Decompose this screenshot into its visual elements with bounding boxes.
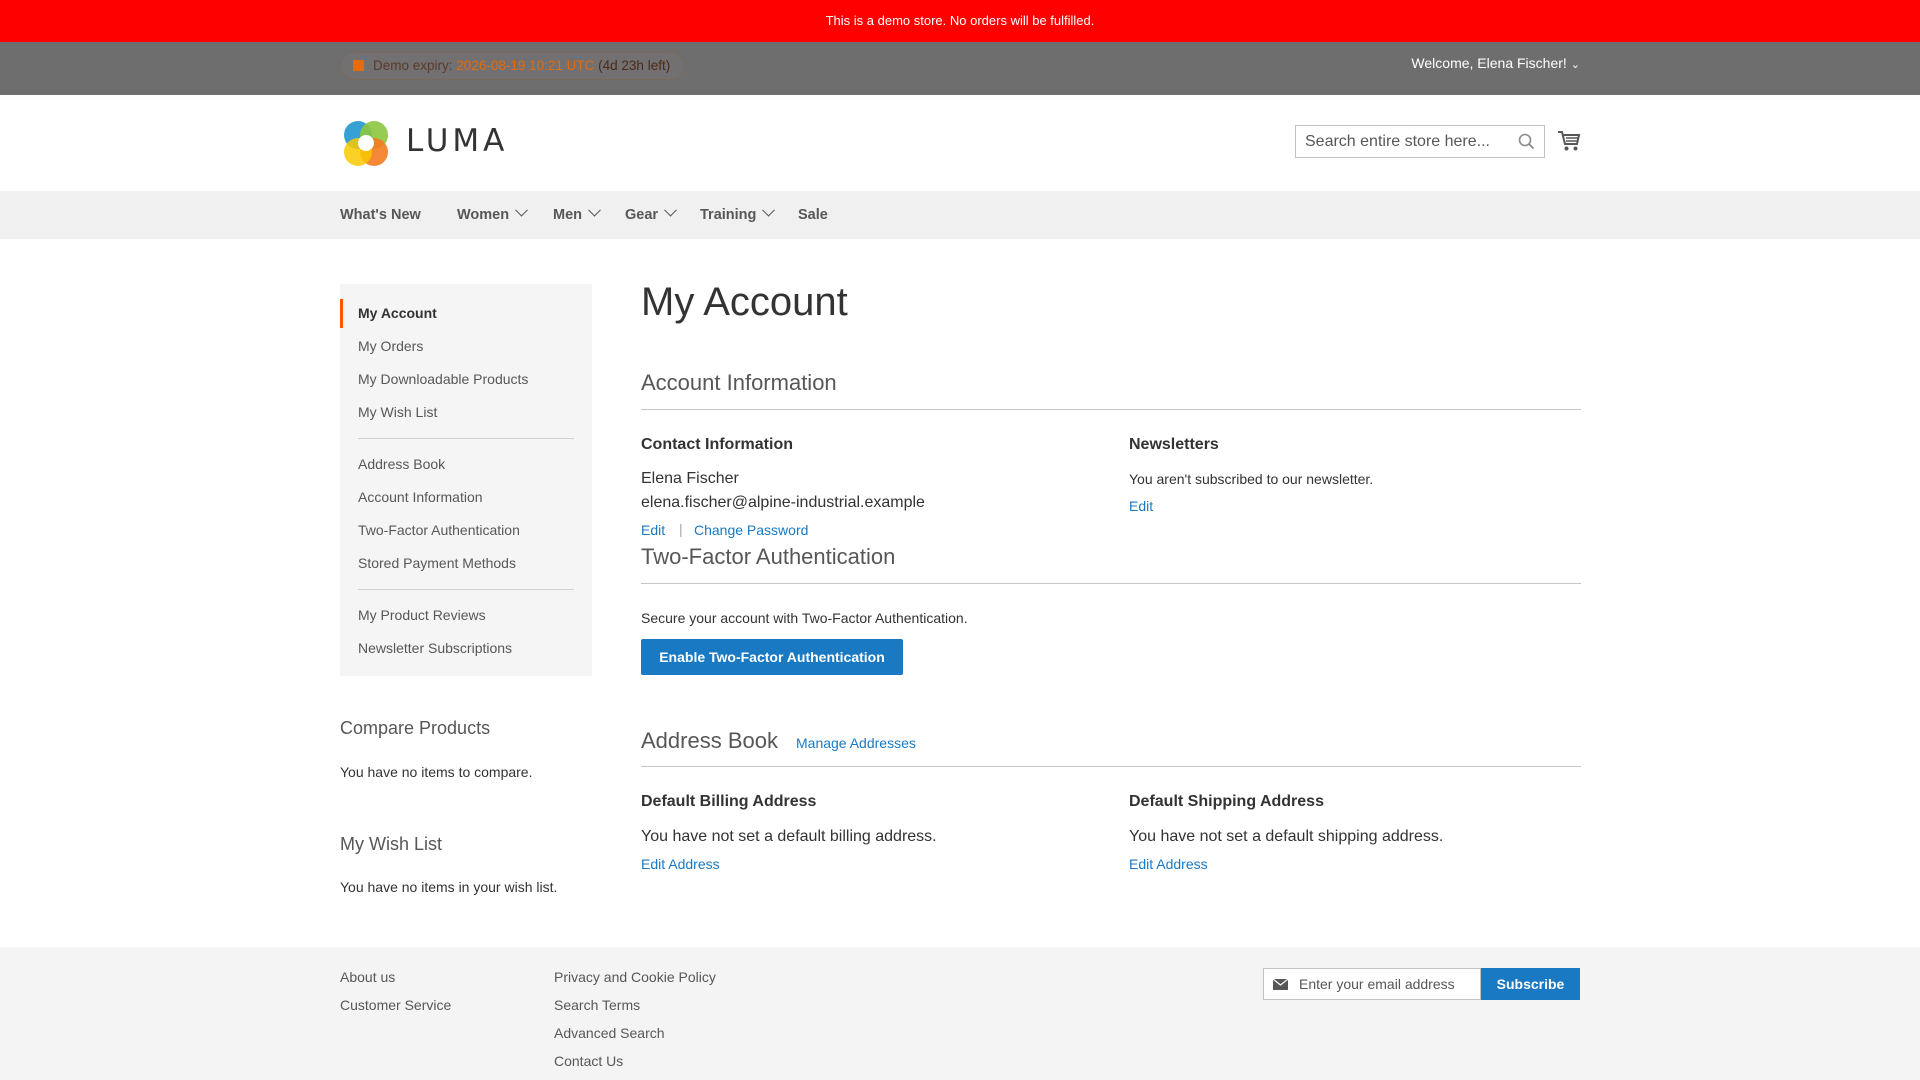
site-footer bbox=[0, 947, 1920, 1080]
footer-link-advanced-search[interactable]: Advanced Search bbox=[554, 1025, 665, 1041]
chevron-down-icon bbox=[664, 203, 677, 217]
nav-item-label: Women bbox=[457, 207, 510, 223]
subscribe-button[interactable]: Subscribe bbox=[1481, 968, 1580, 1000]
expiry-square-icon bbox=[353, 60, 364, 71]
main-navigation: What's New Women Men Gear Training Sale bbox=[0, 191, 1920, 239]
footer-link-privacy-policy[interactable]: Privacy and Cookie Policy bbox=[554, 969, 716, 985]
newsletter-email-input[interactable] bbox=[1299, 969, 1477, 999]
nav-item-whats-new[interactable]: What's New bbox=[340, 191, 421, 239]
two-factor-description: Secure your account with Two-Factor Auth… bbox=[641, 610, 968, 626]
sidebar-item-my-account[interactable]: My Account bbox=[340, 297, 592, 330]
luma-logo-icon bbox=[344, 121, 388, 166]
demo-expiry-badge: Demo expiry: 2026-08-19 10:21 UTC (4d 23… bbox=[340, 52, 686, 80]
edit-contact-link[interactable]: Edit bbox=[641, 522, 665, 538]
expiry-remaining: (4d 23h left) bbox=[598, 58, 671, 73]
account-information-title: Account Information bbox=[641, 370, 837, 395]
section-divider bbox=[641, 583, 1581, 584]
customer-email: elena.fischer@alpine-industrial.example bbox=[641, 494, 925, 511]
sidebar-item-product-reviews[interactable]: My Product Reviews bbox=[340, 599, 592, 632]
edit-shipping-address-link[interactable]: Edit Address bbox=[1129, 856, 1208, 872]
edit-billing-address-link[interactable]: Edit Address bbox=[641, 856, 720, 872]
sidebar-item-newsletter-subscriptions[interactable]: Newsletter Subscriptions bbox=[340, 632, 592, 665]
search-box bbox=[1295, 125, 1545, 158]
chevron-down-icon bbox=[515, 203, 528, 217]
wishlist-empty: You have no items in your wish list. bbox=[340, 879, 558, 895]
sidebar-item-stored-payment[interactable]: Stored Payment Methods bbox=[340, 547, 592, 580]
expiry-label: Demo expiry: bbox=[373, 58, 453, 73]
footer-link-contact-us[interactable]: Contact Us bbox=[554, 1053, 623, 1069]
customer-welcome-menu[interactable]: Welcome, Elena Fischer! ⌄ bbox=[1411, 55, 1580, 71]
envelope-icon bbox=[1273, 979, 1288, 990]
section-divider bbox=[641, 409, 1581, 410]
contact-information-title: Contact Information bbox=[641, 436, 793, 453]
chevron-down-icon bbox=[588, 203, 601, 217]
chevron-down-icon bbox=[762, 203, 776, 217]
nav-item-women[interactable]: Women bbox=[457, 191, 528, 239]
footer-link-about-us[interactable]: About us bbox=[340, 969, 395, 985]
change-password-link[interactable]: Change Password bbox=[694, 522, 808, 538]
compare-products-title: Compare Products bbox=[340, 718, 491, 738]
footer-link-search-terms[interactable]: Search Terms bbox=[554, 997, 640, 1013]
demo-store-notice: This is a demo store. No orders will be … bbox=[0, 0, 1920, 42]
default-billing-title: Default Billing Address bbox=[641, 793, 817, 810]
logo-text: LUMA bbox=[406, 123, 509, 159]
nav-item-label: Men bbox=[553, 207, 582, 223]
expiry-value: 2026-08-19 10:21 UTC bbox=[456, 58, 595, 73]
section-divider bbox=[641, 766, 1581, 767]
sidebar-item-my-orders[interactable]: My Orders bbox=[340, 330, 592, 363]
welcome-text: Welcome, Elena Fischer! bbox=[1411, 55, 1567, 71]
two-factor-title: Two-Factor Authentication bbox=[641, 544, 896, 569]
footer-link-customer-service[interactable]: Customer Service bbox=[340, 997, 451, 1013]
chevron-down-icon[interactable]: ⌄ bbox=[1571, 58, 1580, 71]
nav-item-label: Training bbox=[700, 207, 757, 223]
customer-name: Elena Fischer bbox=[641, 470, 739, 487]
sidebar-item-downloadable-products[interactable]: My Downloadable Products bbox=[340, 363, 592, 396]
sidebar-item-address-book[interactable]: Address Book bbox=[340, 448, 592, 481]
manage-addresses-link[interactable]: Manage Addresses bbox=[796, 735, 916, 751]
wishlist-title: My Wish List bbox=[340, 834, 443, 854]
panel-header: Demo expiry: 2026-08-19 10:21 UTC (4d 23… bbox=[0, 42, 1920, 95]
sidebar-item-account-information[interactable]: Account Information bbox=[340, 481, 592, 514]
compare-products-empty: You have no items to compare. bbox=[340, 764, 533, 780]
edit-newsletters-link[interactable]: Edit bbox=[1129, 498, 1153, 514]
newsletters-status: You aren't subscribed to our newsletter. bbox=[1129, 471, 1374, 487]
default-billing-text: You have not set a default billing addre… bbox=[641, 828, 937, 845]
nav-item-sale[interactable]: Sale bbox=[798, 191, 828, 239]
nav-item-gear[interactable]: Gear bbox=[625, 191, 677, 239]
search-input[interactable] bbox=[1296, 126, 1506, 157]
sidebar-divider bbox=[358, 589, 574, 590]
default-shipping-text: You have not set a default shipping addr… bbox=[1129, 828, 1444, 845]
link-separator: | bbox=[679, 521, 683, 537]
address-book-title: Address Book bbox=[641, 728, 778, 753]
default-shipping-title: Default Shipping Address bbox=[1129, 793, 1324, 810]
page-title: My Account bbox=[641, 280, 848, 324]
site-header: LUMA bbox=[0, 95, 1920, 191]
sidebar-item-two-factor[interactable]: Two-Factor Authentication bbox=[340, 514, 592, 547]
newsletter-field bbox=[1263, 968, 1481, 1000]
sidebar-divider bbox=[358, 438, 574, 439]
search-icon[interactable] bbox=[1518, 133, 1535, 150]
nav-item-label: Gear bbox=[625, 207, 659, 223]
account-sidebar-nav: My Account My Orders My Downloadable Pro… bbox=[340, 284, 592, 676]
nav-item-men[interactable]: Men bbox=[553, 191, 601, 239]
cart-icon[interactable] bbox=[1557, 130, 1581, 152]
nav-item-training[interactable]: Training bbox=[700, 191, 776, 239]
newsletters-title: Newsletters bbox=[1129, 436, 1219, 453]
sidebar-item-wish-list[interactable]: My Wish List bbox=[340, 396, 592, 429]
enable-two-factor-button[interactable]: Enable Two-Factor Authentication bbox=[641, 639, 903, 675]
